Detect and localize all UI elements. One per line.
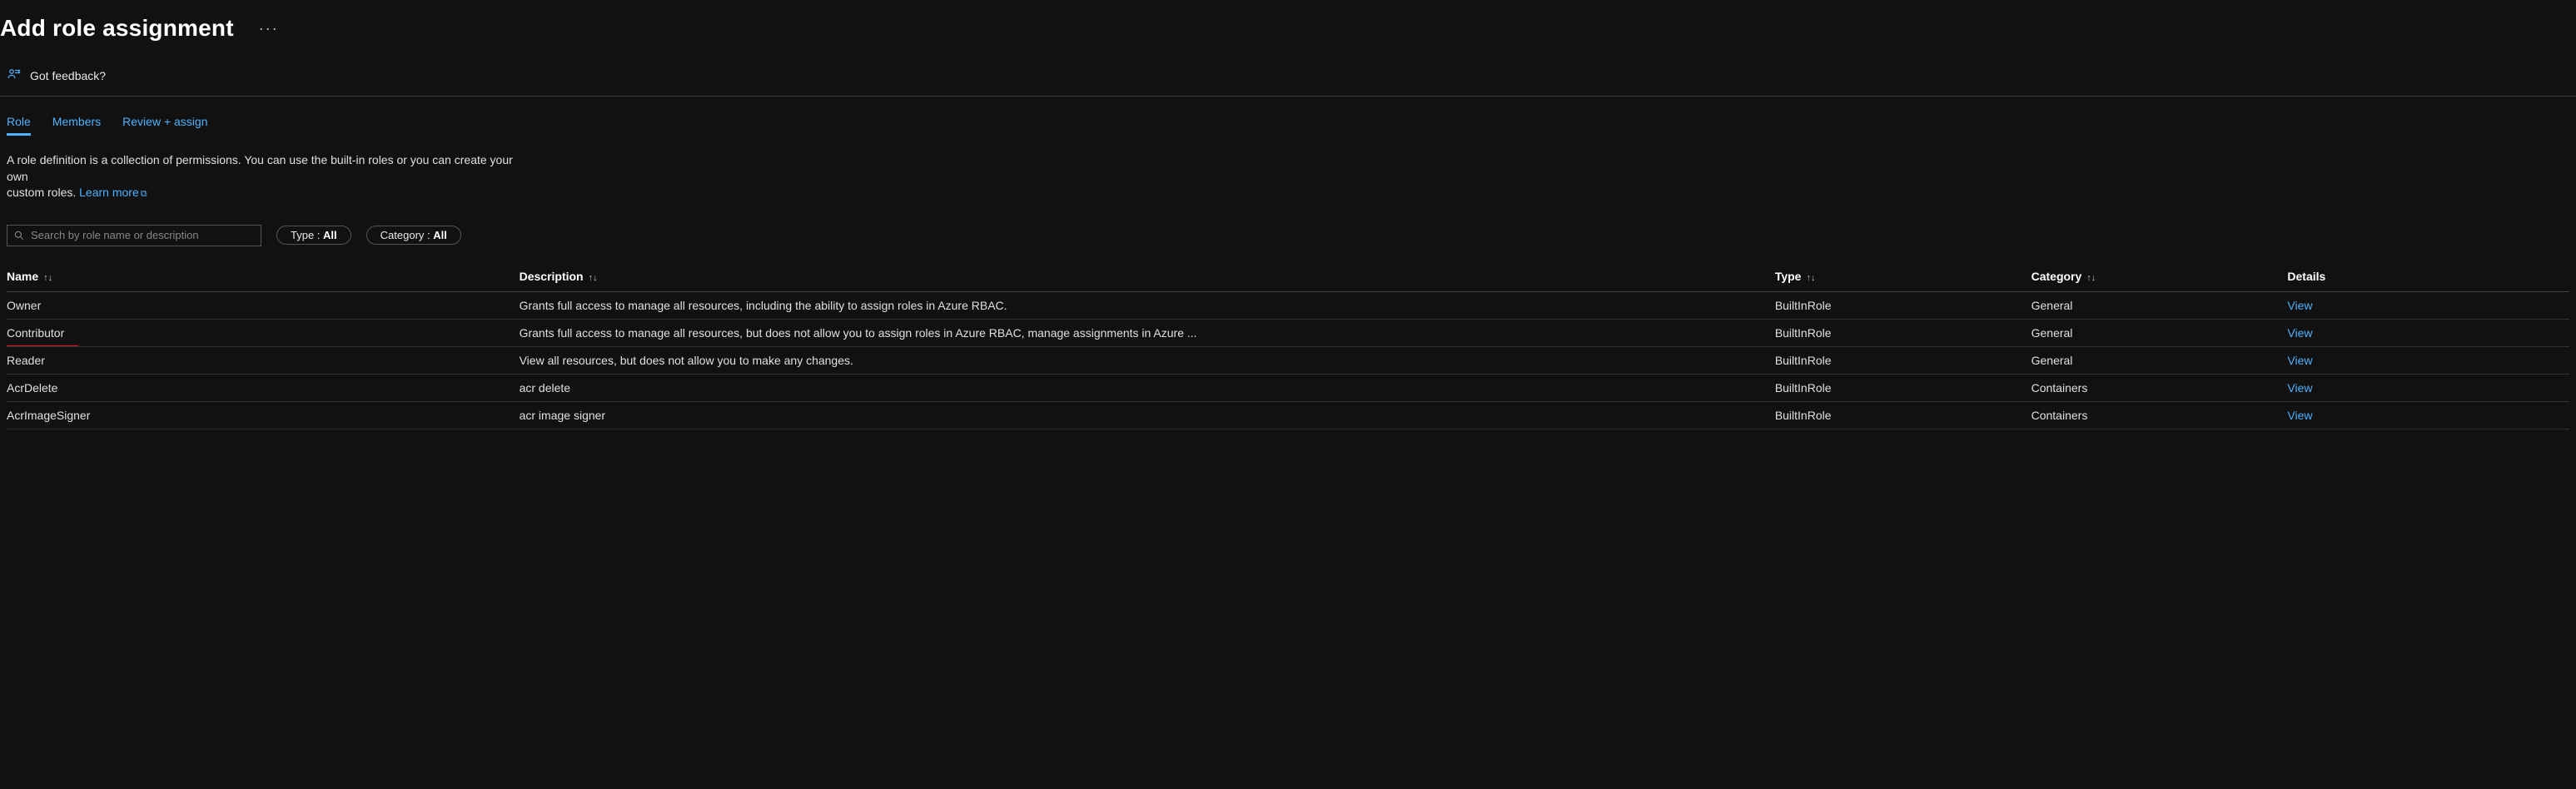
role-description-cell: acr delete bbox=[520, 374, 1775, 401]
feedback-bar[interactable]: Got feedback? bbox=[0, 57, 2576, 97]
table-row[interactable]: ContributorGrants full access to manage … bbox=[7, 319, 2569, 346]
table-row[interactable]: AcrDeleteacr deleteBuiltInRoleContainers… bbox=[7, 374, 2569, 401]
role-name-cell: AcrImageSigner bbox=[7, 401, 520, 429]
table-header-row: Name↑↓ Description↑↓ Type↑↓ Category↑↓ D… bbox=[7, 261, 2569, 292]
sort-icon: ↑↓ bbox=[2086, 273, 2096, 283]
role-type-cell: BuiltInRole bbox=[1775, 319, 2031, 346]
learn-more-link[interactable]: Learn more⧉ bbox=[79, 186, 147, 199]
role-type-cell: BuiltInRole bbox=[1775, 401, 2031, 429]
sort-icon: ↑↓ bbox=[589, 273, 598, 283]
role-name-cell: Reader bbox=[7, 346, 520, 374]
roles-table: Name↑↓ Description↑↓ Type↑↓ Category↑↓ D… bbox=[7, 261, 2569, 429]
role-type-cell: BuiltInRole bbox=[1775, 346, 2031, 374]
role-details-cell: View bbox=[2287, 291, 2569, 319]
description-line2-prefix: custom roles. bbox=[7, 186, 79, 199]
search-icon bbox=[13, 230, 25, 241]
table-row[interactable]: OwnerGrants full access to manage all re… bbox=[7, 291, 2569, 319]
col-type[interactable]: Type↑↓ bbox=[1775, 261, 2031, 292]
table-row[interactable]: AcrImageSigneracr image signerBuiltInRol… bbox=[7, 401, 2569, 429]
feedback-icon bbox=[7, 67, 22, 84]
sort-icon: ↑↓ bbox=[43, 273, 52, 283]
type-filter-pill[interactable]: Type : All bbox=[276, 226, 351, 245]
role-description-cell: Grants full access to manage all resourc… bbox=[520, 291, 1775, 319]
search-input[interactable] bbox=[7, 225, 261, 246]
tab-members[interactable]: Members bbox=[52, 115, 101, 136]
page-header: Add role assignment ··· bbox=[0, 0, 2576, 57]
role-type-cell: BuiltInRole bbox=[1775, 374, 2031, 401]
filter-row: Type : All Category : All bbox=[0, 201, 2576, 246]
view-link[interactable]: View bbox=[2287, 409, 2312, 422]
role-type-cell: BuiltInRole bbox=[1775, 291, 2031, 319]
more-actions-button[interactable]: ··· bbox=[259, 20, 279, 37]
page-title: Add role assignment bbox=[0, 15, 234, 42]
view-link[interactable]: View bbox=[2287, 299, 2312, 312]
category-filter-pill[interactable]: Category : All bbox=[366, 226, 461, 245]
role-category-cell: General bbox=[2031, 346, 2288, 374]
role-description-cell: View all resources, but does not allow y… bbox=[520, 346, 1775, 374]
col-description[interactable]: Description↑↓ bbox=[520, 261, 1775, 292]
roles-table-wrap: Name↑↓ Description↑↓ Type↑↓ Category↑↓ D… bbox=[0, 246, 2576, 429]
description-block: A role definition is a collection of per… bbox=[0, 136, 533, 201]
role-details-cell: View bbox=[2287, 346, 2569, 374]
role-name-cell: AcrDelete bbox=[7, 374, 520, 401]
role-details-cell: View bbox=[2287, 401, 2569, 429]
view-link[interactable]: View bbox=[2287, 326, 2312, 340]
tabs: Role Members Review + assign bbox=[0, 97, 2576, 136]
role-details-cell: View bbox=[2287, 319, 2569, 346]
role-name-cell: Owner bbox=[7, 291, 520, 319]
col-details: Details bbox=[2287, 261, 2569, 292]
role-name-cell: Contributor bbox=[7, 319, 520, 346]
role-description-cell: Grants full access to manage all resourc… bbox=[520, 319, 1775, 346]
external-link-icon: ⧉ bbox=[141, 189, 147, 199]
role-category-cell: Containers bbox=[2031, 374, 2288, 401]
description-line1: A role definition is a collection of per… bbox=[7, 153, 513, 183]
role-category-cell: Containers bbox=[2031, 401, 2288, 429]
col-category[interactable]: Category↑↓ bbox=[2031, 261, 2288, 292]
tab-review-assign[interactable]: Review + assign bbox=[122, 115, 207, 136]
role-details-cell: View bbox=[2287, 374, 2569, 401]
role-description-cell: acr image signer bbox=[520, 401, 1775, 429]
role-category-cell: General bbox=[2031, 291, 2288, 319]
role-category-cell: General bbox=[2031, 319, 2288, 346]
view-link[interactable]: View bbox=[2287, 354, 2312, 367]
table-row[interactable]: ReaderView all resources, but does not a… bbox=[7, 346, 2569, 374]
sort-icon: ↑↓ bbox=[1806, 273, 1815, 283]
col-name[interactable]: Name↑↓ bbox=[7, 261, 520, 292]
feedback-label: Got feedback? bbox=[30, 69, 106, 82]
view-link[interactable]: View bbox=[2287, 381, 2312, 394]
tab-role[interactable]: Role bbox=[7, 115, 31, 136]
search-wrap bbox=[7, 225, 261, 246]
